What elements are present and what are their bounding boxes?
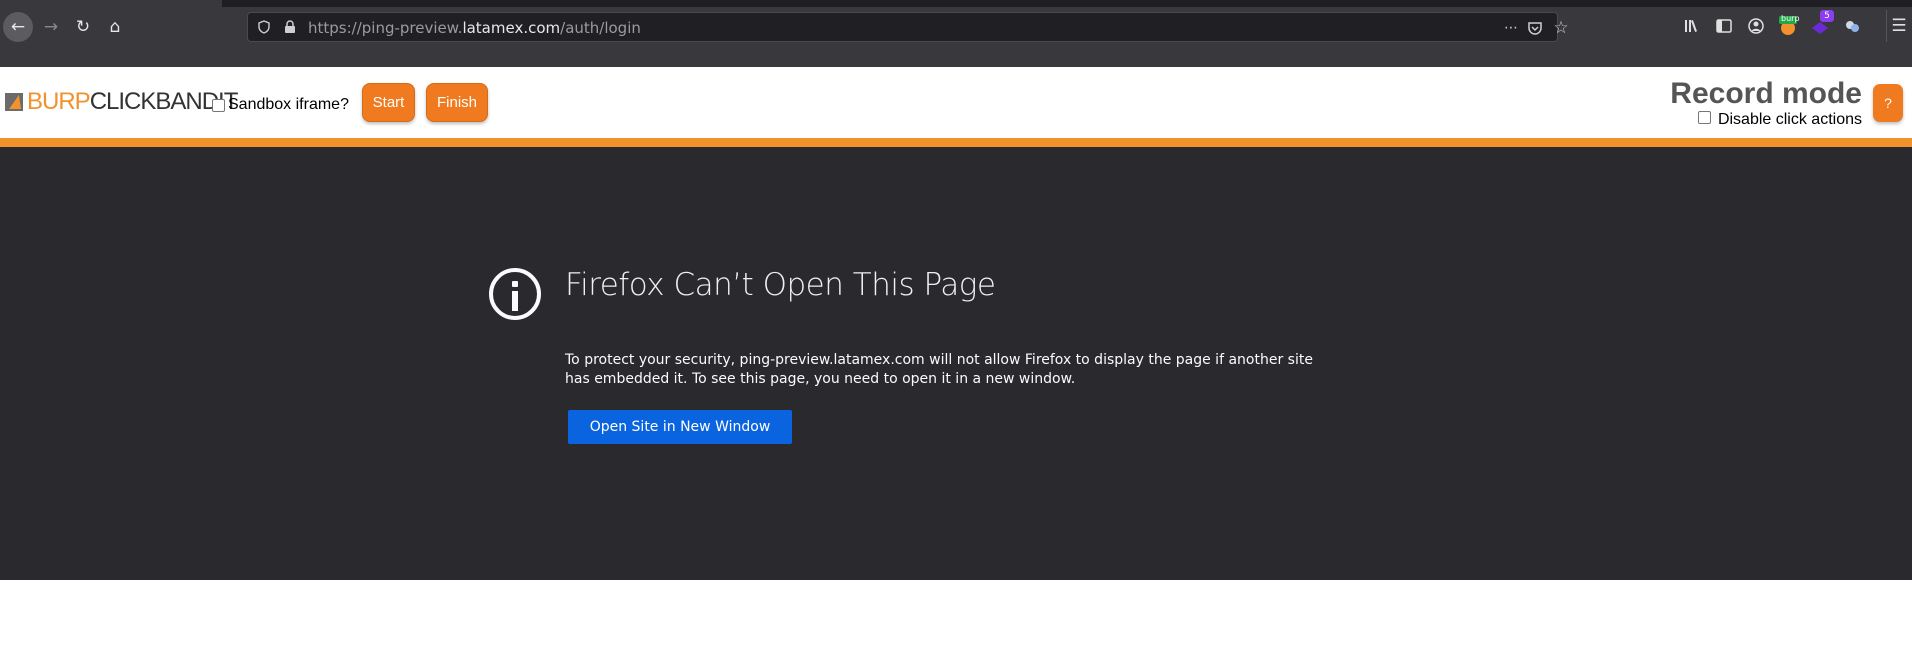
extension-badge: 5	[1820, 10, 1834, 22]
menu-hamburger-icon[interactable]: ☰	[1886, 16, 1912, 36]
embedded-frame: Firefox Can’t Open This Page To protect …	[0, 147, 1912, 580]
clickbandit-bar: BURP CLICKBANDIT Sandbox iframe? Start Fi…	[0, 67, 1912, 140]
record-mode-title: Record mode	[1670, 77, 1862, 110]
browser-toolbar: ← → ↻ ⌂ https://ping-preview.latamex.com…	[0, 0, 1912, 67]
error-title: Firefox Can’t Open This Page	[565, 267, 996, 303]
sidebar-icon[interactable]	[1714, 16, 1734, 36]
reload-icon[interactable]: ↻	[68, 12, 98, 42]
sandbox-iframe-option[interactable]: Sandbox iframe?	[212, 96, 349, 114]
burp-logo-icon	[5, 93, 23, 111]
home-icon[interactable]: ⌂	[100, 12, 130, 42]
lock-icon[interactable]	[284, 20, 296, 34]
help-button[interactable]: ?	[1873, 84, 1903, 122]
puzzle-extension-icon[interactable]	[1842, 16, 1862, 36]
shield-icon[interactable]	[258, 20, 270, 34]
back-arrow-icon[interactable]: ←	[3, 12, 33, 42]
url-scheme: https://	[308, 19, 362, 37]
finish-button[interactable]: Finish	[426, 83, 488, 122]
start-button[interactable]: Start	[362, 83, 415, 122]
forward-arrow-icon[interactable]: →	[36, 12, 66, 42]
url-subdomain: ping-preview.	[361, 19, 463, 37]
url-path: /auth/login	[560, 19, 641, 37]
error-message: To protect your security, ping-preview.l…	[565, 352, 1313, 387]
library-icon[interactable]	[1682, 16, 1702, 36]
url-text[interactable]: https://ping-preview.latamex.com/auth/lo…	[308, 19, 641, 37]
burp-extension-label: burp	[1781, 14, 1800, 23]
info-icon	[489, 268, 541, 320]
tab-strip	[222, 0, 1912, 7]
disable-click-actions-label: Disable click actions	[1717, 111, 1862, 128]
burp-clickbandit-logo: BURP CLICKBANDIT	[5, 88, 238, 115]
address-bar[interactable]: https://ping-preview.latamex.com/auth/lo…	[247, 12, 1569, 42]
clickbandit-divider	[0, 138, 1912, 147]
disable-click-actions-checkbox[interactable]	[1697, 110, 1711, 124]
bookmark-star-icon[interactable]: ☆	[1552, 19, 1570, 37]
extension-icon[interactable]: 5	[1810, 10, 1834, 36]
sandbox-iframe-checkbox[interactable]	[212, 98, 225, 112]
disable-click-actions-option[interactable]: Disable click actions	[1697, 110, 1862, 129]
more-actions-icon[interactable]: ⋯	[1502, 19, 1520, 37]
burp-extension-icon[interactable]: burp	[1778, 14, 1800, 36]
url-host: latamex.com	[462, 19, 561, 37]
logo-burp-text: BURP	[27, 88, 91, 115]
account-icon[interactable]	[1746, 16, 1766, 36]
open-site-new-window-button[interactable]: Open Site in New Window	[568, 410, 792, 444]
sandbox-iframe-label: Sandbox iframe?	[228, 96, 349, 113]
pocket-icon[interactable]	[1526, 19, 1544, 37]
